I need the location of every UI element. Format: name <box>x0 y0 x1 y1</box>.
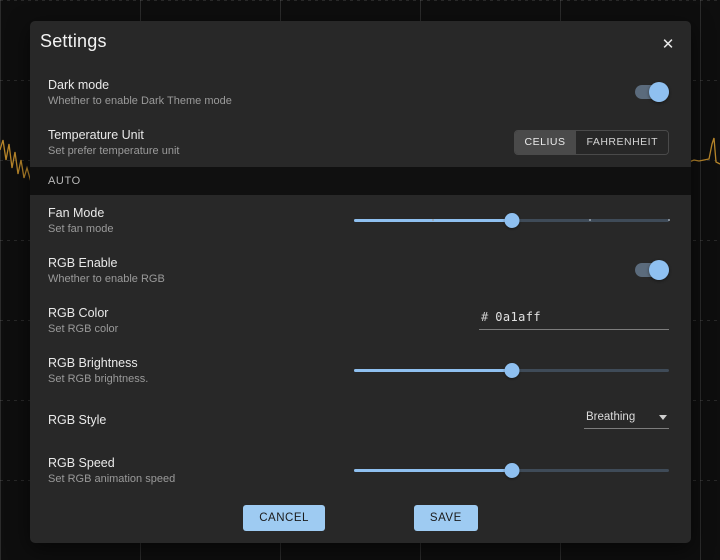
slider-fill <box>354 469 512 472</box>
setting-row-rgb-speed: RGB Speed Set RGB animation speed <box>30 445 691 495</box>
setting-subtitle: Set prefer temperature unit <box>48 145 179 157</box>
toggle-knob <box>649 260 669 280</box>
setting-text: Temperature Unit Set prefer temperature … <box>48 128 179 157</box>
page-title: Settings <box>40 31 107 52</box>
screen: Settings ✕ Dark mode Whether to enable D… <box>0 0 720 560</box>
setting-row-dark-mode: Dark mode Whether to enable Dark Theme m… <box>30 67 691 117</box>
slider-thumb[interactable] <box>504 363 519 378</box>
rgb-speed-slider[interactable] <box>354 460 669 480</box>
setting-subtitle: Set RGB color <box>48 323 118 335</box>
setting-row-rgb-style: RGB Style Breathing <box>30 395 691 445</box>
setting-control: CELIUS FAHRENHEIT <box>514 130 669 155</box>
toggle-knob <box>649 82 669 102</box>
setting-text: RGB Style <box>48 413 106 427</box>
setting-control <box>635 85 669 99</box>
setting-text: RGB Brightness Set RGB brightness. <box>48 356 148 385</box>
setting-title: RGB Style <box>48 413 106 427</box>
slider-fill <box>354 369 512 372</box>
setting-subtitle: Set RGB brightness. <box>48 373 148 385</box>
rgb-brightness-slider[interactable] <box>354 360 669 380</box>
slider-tick <box>668 219 670 221</box>
rgb-color-input[interactable]: # 0a1aff <box>479 310 669 330</box>
slider-thumb[interactable] <box>504 213 519 228</box>
slider-tick <box>432 219 434 221</box>
hash-prefix: # <box>481 310 488 324</box>
setting-title: Fan Mode <box>48 206 113 220</box>
setting-title: RGB Brightness <box>48 356 148 370</box>
setting-control <box>354 360 669 380</box>
slider-thumb[interactable] <box>504 463 519 478</box>
save-button[interactable]: SAVE <box>414 505 478 531</box>
setting-control <box>354 460 669 480</box>
setting-text: Fan Mode Set fan mode <box>48 206 113 235</box>
setting-subtitle: Set RGB animation speed <box>48 473 175 485</box>
setting-title: Dark mode <box>48 78 232 92</box>
section-header-auto: AUTO <box>30 167 691 195</box>
rgb-enable-toggle[interactable] <box>635 263 669 277</box>
setting-title: RGB Enable <box>48 256 165 270</box>
setting-subtitle: Whether to enable Dark Theme mode <box>48 95 232 107</box>
setting-row-rgb-enable: RGB Enable Whether to enable RGB <box>30 245 691 295</box>
cancel-button[interactable]: CANCEL <box>243 505 325 531</box>
section-header-label: AUTO <box>48 175 81 187</box>
temperature-unit-option-celius[interactable]: CELIUS <box>515 131 576 154</box>
close-icon[interactable]: ✕ <box>653 29 683 59</box>
setting-subtitle: Whether to enable RGB <box>48 273 165 285</box>
setting-text: RGB Enable Whether to enable RGB <box>48 256 165 285</box>
setting-row-rgb-brightness: RGB Brightness Set RGB brightness. <box>30 345 691 395</box>
rgb-color-value: 0a1aff <box>495 310 541 324</box>
dark-mode-toggle[interactable] <box>635 85 669 99</box>
dialog-body: Dark mode Whether to enable Dark Theme m… <box>30 67 691 543</box>
setting-row-rgb-color: RGB Color Set RGB color # 0a1aff <box>30 295 691 345</box>
setting-text: RGB Speed Set RGB animation speed <box>48 456 175 485</box>
setting-title: RGB Color <box>48 306 118 320</box>
setting-text: RGB Color Set RGB color <box>48 306 118 335</box>
setting-control <box>354 210 669 230</box>
rgb-style-value: Breathing <box>586 411 635 423</box>
slider-tick <box>589 219 591 221</box>
setting-control: # 0a1aff <box>479 310 669 330</box>
rgb-style-select[interactable]: Breathing <box>584 411 669 429</box>
setting-row-fan-mode: Fan Mode Set fan mode <box>30 195 691 245</box>
setting-row-temperature-unit: Temperature Unit Set prefer temperature … <box>30 117 691 167</box>
temperature-unit-segmented-control: CELIUS FAHRENHEIT <box>514 130 669 155</box>
dialog-header: Settings ✕ <box>30 21 691 67</box>
chevron-down-icon <box>659 415 667 420</box>
fan-mode-slider[interactable] <box>354 210 669 230</box>
temperature-unit-option-fahrenheit[interactable]: FAHRENHEIT <box>575 131 668 154</box>
settings-dialog: Settings ✕ Dark mode Whether to enable D… <box>30 21 691 543</box>
setting-title: RGB Speed <box>48 456 175 470</box>
setting-subtitle: Set fan mode <box>48 223 113 235</box>
setting-text: Dark mode Whether to enable Dark Theme m… <box>48 78 232 107</box>
dialog-footer: CANCEL SAVE <box>30 505 691 531</box>
setting-control <box>635 263 669 277</box>
setting-control: Breathing <box>584 411 669 429</box>
setting-title: Temperature Unit <box>48 128 179 142</box>
